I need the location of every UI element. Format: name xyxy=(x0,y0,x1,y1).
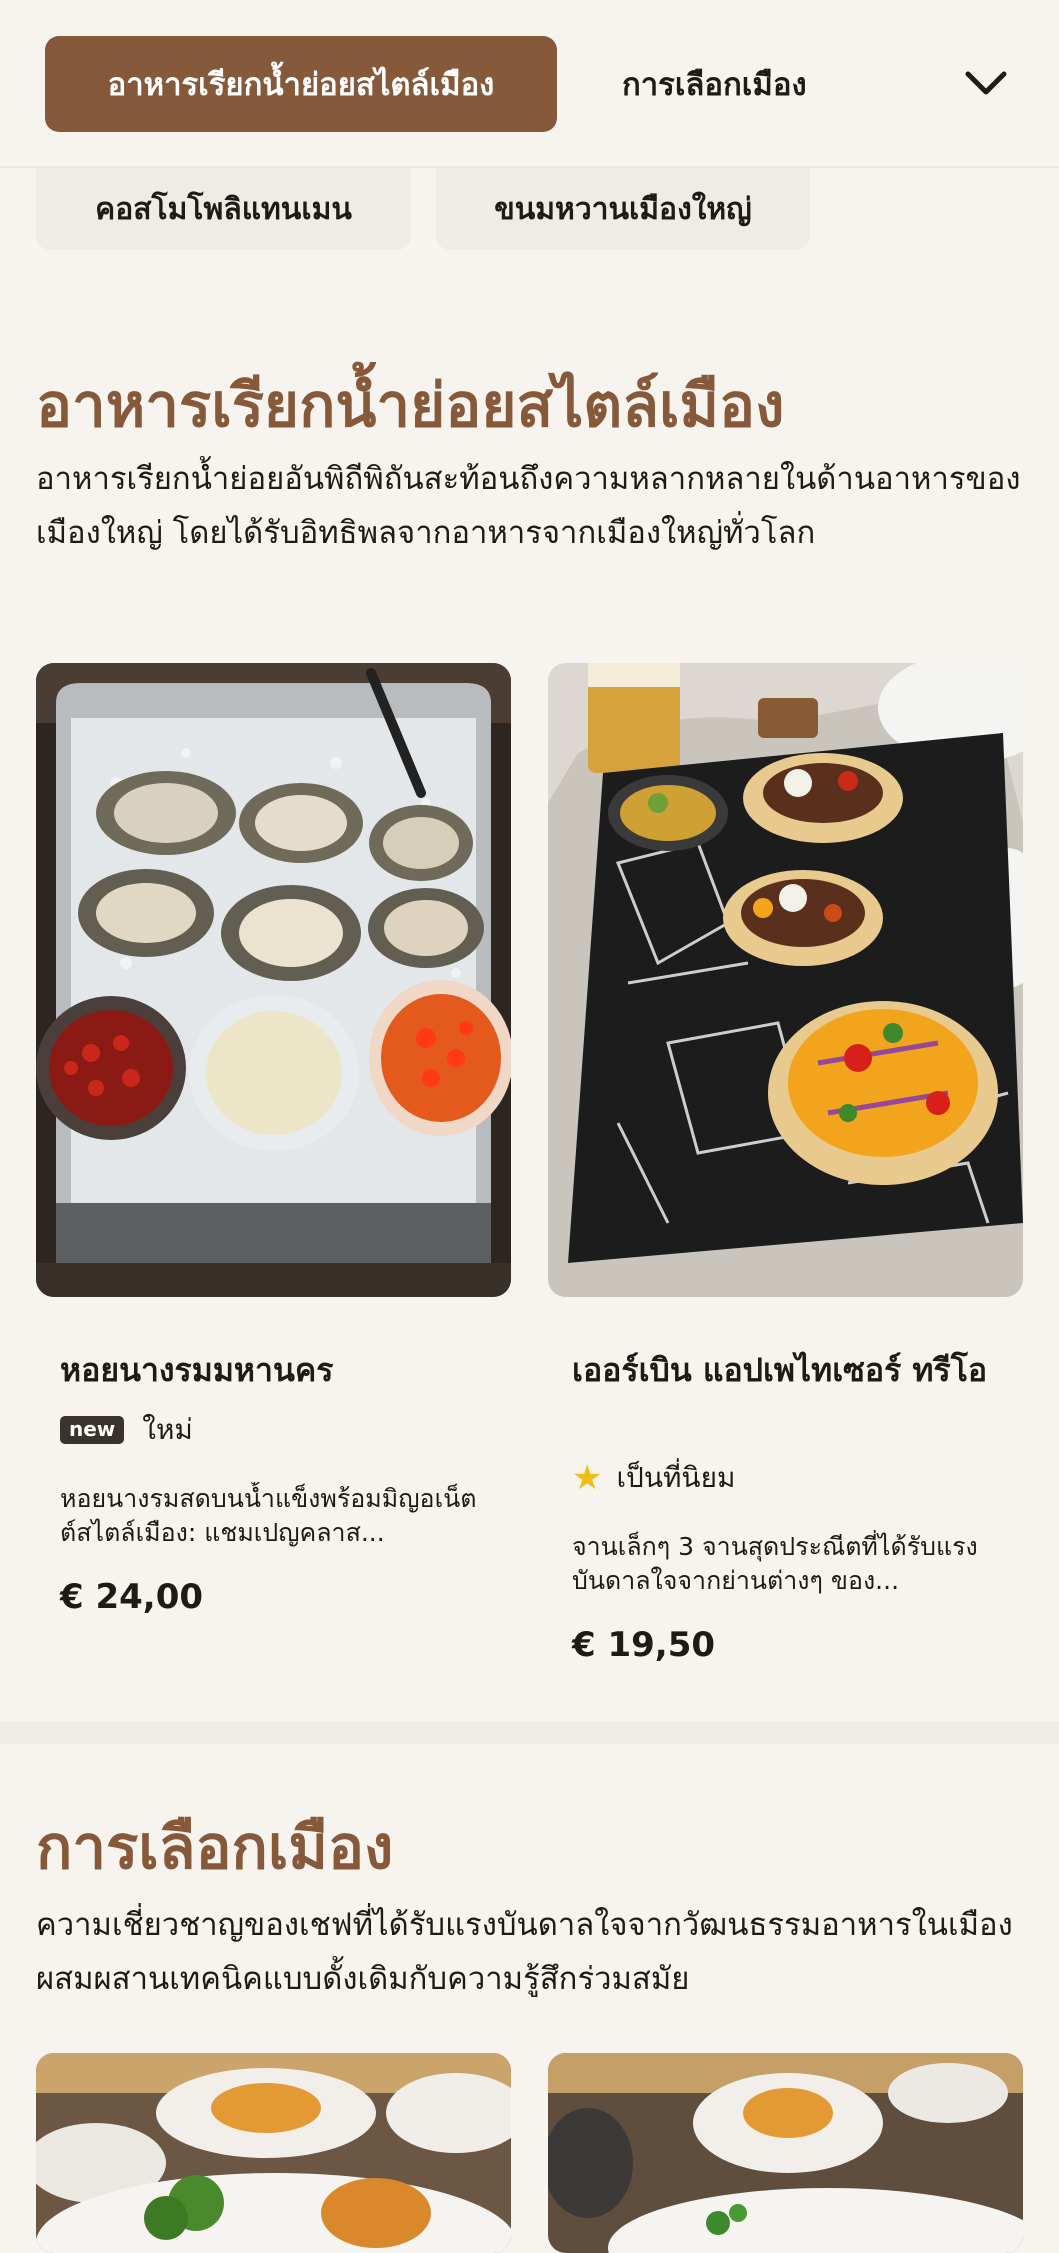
badge-label: ใหม่ xyxy=(142,1413,193,1446)
city-dish-image-1[interactable] xyxy=(36,2053,511,2253)
city-dish-image-2[interactable] xyxy=(548,2053,1023,2253)
category-nav-bar: อาหารเรียกน้ำย่อยสไตล์เมือง การเลือกเมือ… xyxy=(0,0,1059,168)
item-title-appetizer-trio[interactable]: เออร์เบิน แอปเพไทเซอร์ ทรีโอ xyxy=(572,1346,1002,1394)
oysters-image[interactable] xyxy=(36,663,511,1297)
new-badge: new xyxy=(60,1416,125,1444)
item-price-oysters: € 24,00 xyxy=(60,1577,204,1617)
section-title-city-selection: การเลือกเมือง xyxy=(36,1813,394,1883)
tab-city-appetizers[interactable]: อาหารเรียกน้ำย่อยสไตล์เมือง xyxy=(45,36,557,132)
section-description-city-selection: ความเชี่ยวชาญของเชฟที่ได้รับแรงบันดาลใจจ… xyxy=(36,1907,1013,1997)
appetizer-trio-image[interactable] xyxy=(548,663,1023,1297)
item-description-oysters: หอยนางรมสดบนน้ำแข็งพร้อมมิญอเน็ตต์สไตล์เ… xyxy=(60,1484,477,1547)
section-title-appetizers: อาหารเรียกน้ำย่อยสไตล์เมือง xyxy=(36,371,785,441)
badge-label: เป็นที่นิยม xyxy=(616,1461,736,1494)
section-divider xyxy=(0,1722,1059,1744)
chip-city-desserts[interactable]: ขนมหวานเมืองใหญ่ xyxy=(436,168,810,250)
item-badge-popular: ★ เป็นที่นิยม xyxy=(572,1456,735,1500)
section-description-appetizers: อาหารเรียกน้ำย่อยอันพิถีพิถันสะท้อนถึงคว… xyxy=(36,461,1021,551)
item-title-oysters[interactable]: หอยนางรมมหานคร xyxy=(60,1346,490,1394)
chevron-down-icon[interactable] xyxy=(960,58,1012,110)
chip-cosmopolitan-mains[interactable]: คอสโมโพลิแทนเมน xyxy=(36,168,411,250)
item-badge-new: new ใหม่ xyxy=(60,1408,193,1452)
tab-city-selection[interactable]: การเลือกเมือง xyxy=(622,36,807,132)
star-icon: ★ xyxy=(572,1458,603,1498)
item-price-appetizer-trio: € 19,50 xyxy=(572,1625,716,1665)
item-description-appetizer-trio: จานเล็กๆ 3 จานสุดประณีตที่ได้รับแรงบันดา… xyxy=(572,1532,978,1595)
